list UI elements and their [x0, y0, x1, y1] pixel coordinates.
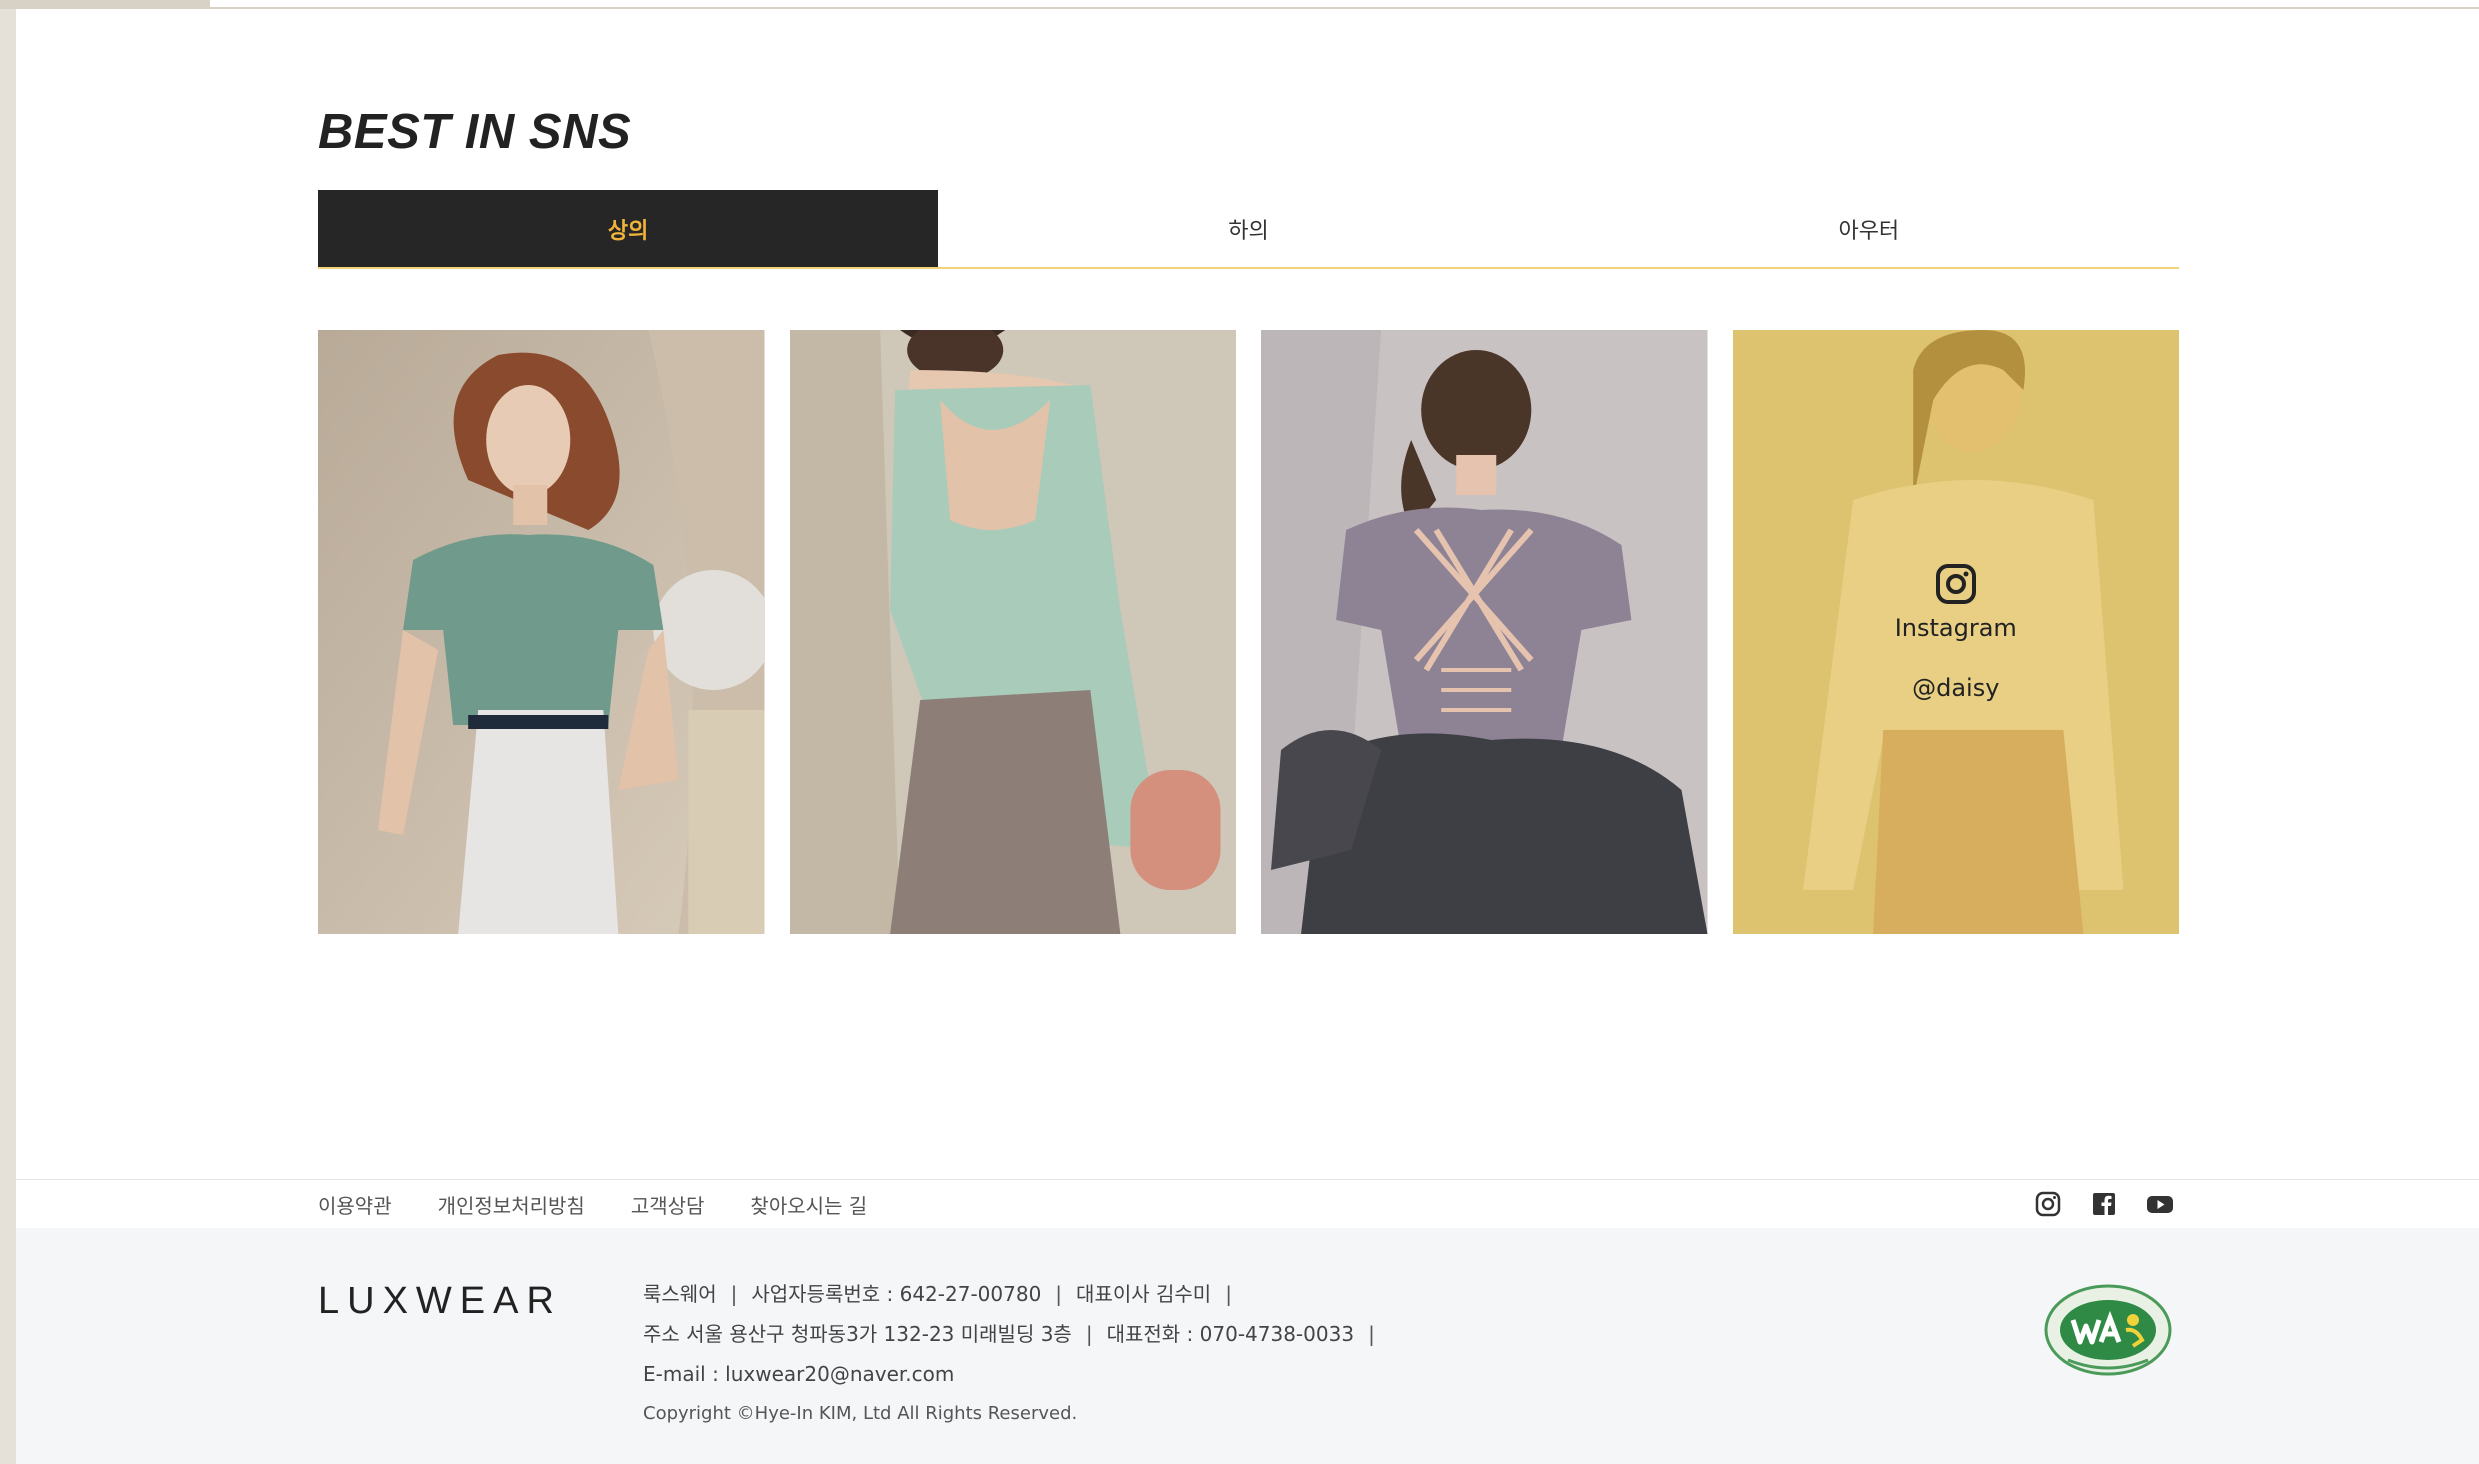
facebook-icon[interactable] — [2090, 1190, 2118, 1218]
footer-link-privacy[interactable]: 개인정보처리방침 — [438, 1190, 585, 1219]
separator: | — [1085, 1322, 1093, 1346]
business-number: 사업자등록번호 : 642-27-00780 — [751, 1282, 1042, 1306]
tab-bottoms[interactable]: 하의 — [938, 190, 1558, 267]
sns-gallery: Instagram @daisy — [318, 330, 2179, 934]
gallery-item[interactable]: Instagram @daisy — [1732, 330, 2179, 934]
company-email: E-mail : luxwear20@naver.com — [643, 1362, 955, 1386]
footer-link-directions[interactable]: 찾아오시는 길 — [750, 1190, 867, 1219]
page: BEST IN SNS 상의 하의 아우터 Instagram @daisy 이… — [16, 9, 2479, 1464]
youtube-icon[interactable] — [2146, 1190, 2174, 1218]
company-address: 주소 서울 용산구 청파동3가 132-23 미래빌딩 3층 — [643, 1322, 1072, 1346]
instagram-overlay[interactable]: Instagram @daisy — [1732, 330, 2179, 934]
top-border — [0, 0, 2479, 9]
gallery-item[interactable] — [318, 330, 765, 934]
social-links — [2034, 1180, 2174, 1228]
gallery-item[interactable] — [1261, 330, 1708, 934]
instagram-icon — [1934, 562, 1978, 606]
footer-links: 이용약관 개인정보처리방침 고객상담 찾아오시는 길 — [318, 1180, 867, 1228]
tab-outerwear[interactable]: 아우터 — [1559, 190, 2179, 267]
category-tabs: 상의 하의 아우터 — [318, 190, 2179, 269]
web-accessibility-badge — [2038, 1280, 2178, 1380]
overlay-label: Instagram — [1894, 614, 2017, 642]
product-photo — [789, 330, 1236, 934]
separator: | — [730, 1282, 738, 1306]
section-title: BEST IN SNS — [318, 105, 632, 159]
footer-link-support[interactable]: 고객상담 — [631, 1190, 705, 1219]
company-line-1: 룩스웨어 | 사업자등록번호 : 642-27-00780 | 대표이사 김수미 | — [643, 1274, 1389, 1314]
instagram-icon[interactable] — [2034, 1190, 2062, 1218]
company-phone: 대표전화 : 070-4738-0033 — [1106, 1322, 1355, 1346]
gallery-item[interactable] — [789, 330, 1236, 934]
footer-logo: LUXWEAR — [318, 1280, 562, 1322]
tab-tops[interactable]: 상의 — [318, 190, 939, 267]
ceo-name: 대표이사 김수미 — [1076, 1282, 1212, 1306]
footer-info: LUXWEAR 룩스웨어 | 사업자등록번호 : 642-27-00780 | 대표이사… — [16, 1228, 2479, 1464]
product-photo — [318, 330, 765, 934]
company-line-2: 주소 서울 용산구 청파동3가 132-23 미래빌딩 3층 | 대표전화 : 07… — [643, 1314, 1389, 1354]
company-name: 룩스웨어 — [643, 1282, 717, 1306]
copyright: Copyright ©Hye-In KIM, Ltd All Rights Re… — [643, 1403, 1078, 1424]
separator: | — [1055, 1282, 1063, 1306]
footer-link-terms[interactable]: 이용약관 — [318, 1190, 392, 1219]
separator: | — [1368, 1322, 1375, 1346]
footer-nav: 이용약관 개인정보처리방침 고객상담 찾아오시는 길 — [16, 1179, 2479, 1229]
overlay-handle: @daisy — [1912, 674, 2000, 702]
product-photo — [1261, 330, 1708, 934]
separator: | — [1225, 1282, 1232, 1306]
company-info: 룩스웨어 | 사업자등록번호 : 642-27-00780 | 대표이사 김수미 | 주소… — [643, 1274, 1389, 1434]
